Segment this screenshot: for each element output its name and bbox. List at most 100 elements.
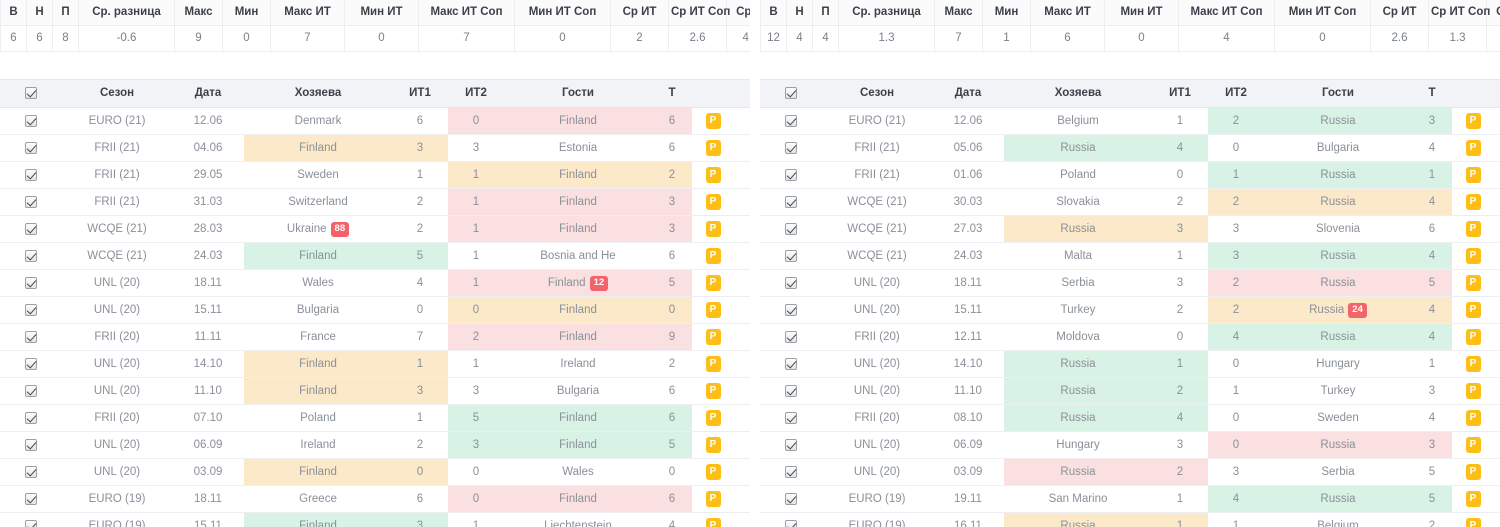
prognosis-badge[interactable]: Р — [705, 383, 721, 400]
checkbox-icon[interactable] — [785, 466, 797, 479]
prognosis-badge[interactable]: Р — [705, 437, 721, 454]
checkbox-icon[interactable] — [785, 520, 797, 527]
table-row[interactable]: FRII (21)29.05 Sweden 11 Finland 2Р 2:0 — [0, 161, 750, 190]
table-row[interactable]: FRII (21)05.06Russia40Bulgaria4Р1:0 — [760, 134, 1500, 163]
table-row[interactable]: UNL (20)18.11 Wales 41 Finland12 5Р 3:1 — [0, 269, 750, 298]
cell-p-badge[interactable]: Р — [692, 242, 734, 271]
row-checkbox[interactable] — [760, 431, 822, 460]
row-checkbox[interactable] — [760, 377, 822, 406]
checkbox-icon[interactable] — [25, 115, 37, 128]
checkbox-icon[interactable] — [25, 196, 37, 209]
row-checkbox[interactable] — [0, 458, 62, 487]
cell-p-badge[interactable]: Р — [1452, 404, 1494, 433]
cell-result[interactable]: 2:1 — [1494, 215, 1500, 244]
cell-result[interactable]: 0:2 — [734, 323, 750, 352]
table-row[interactable]: UNL (20)15.11Bulgaria00Finland0Р1:2 — [0, 296, 750, 325]
row-checkbox[interactable] — [760, 350, 822, 379]
checkbox-icon[interactable] — [785, 358, 797, 371]
checkbox-icon[interactable] — [25, 439, 37, 452]
cell-p-badge[interactable]: Р — [1452, 458, 1494, 487]
cell-p-badge[interactable]: Р — [692, 512, 734, 527]
row-checkbox[interactable] — [0, 134, 62, 163]
checkbox-icon[interactable] — [25, 142, 37, 155]
cell-result[interactable]: 2:2 — [734, 242, 750, 271]
cell-result[interactable]: 1:1 — [1494, 161, 1500, 190]
cell-p-badge[interactable]: Р — [1452, 350, 1494, 379]
row-checkbox[interactable] — [0, 296, 62, 325]
row-checkbox[interactable] — [0, 215, 62, 244]
prognosis-badge[interactable]: Р — [1465, 275, 1481, 292]
table-row[interactable]: UNL (20)11.10 Finland 33 Bulgaria 6Р 2:0 — [0, 377, 750, 406]
cell-result[interactable]: 5:0 — [1494, 269, 1500, 298]
select-all-checkbox[interactable] — [0, 78, 62, 109]
cell-result[interactable]: 1:4 — [1494, 512, 1500, 527]
row-checkbox[interactable] — [760, 296, 822, 325]
prognosis-badge[interactable]: Р — [705, 167, 721, 184]
prognosis-badge[interactable]: Р — [1465, 356, 1481, 373]
prognosis-badge[interactable]: Р — [705, 464, 721, 481]
checkbox-icon[interactable] — [25, 250, 37, 263]
cell-p-badge[interactable]: Р — [1452, 134, 1494, 163]
cell-p-badge[interactable]: Р — [1452, 323, 1494, 352]
table-row[interactable]: WCQE (21)24.03 Finland 51 Bosnia and He 6Р 2:… — [0, 242, 750, 271]
table-row[interactable]: UNL (20)06.09Hungary30Russia3Р2:3 — [760, 431, 1500, 460]
cell-p-badge[interactable]: Р — [1452, 215, 1494, 244]
checkbox-icon[interactable] — [25, 385, 37, 398]
table-row[interactable]: FRII (21)04.06 Finland 33 Estonia 6Р 0:1 — [0, 134, 750, 163]
cell-result[interactable]: 1:2 — [1494, 404, 1500, 433]
row-checkbox[interactable] — [760, 323, 822, 352]
table-row[interactable]: EURO (21)12.06 Belgium 12 Russia 3Р 3:0 — [760, 107, 1500, 136]
row-checkbox[interactable] — [760, 458, 822, 487]
row-checkbox[interactable] — [760, 134, 822, 163]
checkbox-icon[interactable] — [785, 142, 797, 155]
cell-p-badge[interactable]: Р — [692, 485, 734, 514]
cell-p-badge[interactable]: Р — [692, 134, 734, 163]
table-row[interactable]: WCQE (21)28.03 Ukraine88 21 Finland 3Р 1:1 — [0, 215, 750, 244]
checkbox-icon[interactable] — [25, 358, 37, 371]
table-row[interactable]: UNL (20)06.09 Ireland 23 Finland 5Р 0:1 — [0, 431, 750, 460]
table-row[interactable]: UNL (20)14.10Russia10Hungary1Р0:0 — [760, 350, 1500, 379]
checkbox-icon[interactable] — [785, 115, 797, 128]
row-checkbox[interactable] — [0, 350, 62, 379]
cell-p-badge[interactable]: Р — [692, 161, 734, 190]
cell-result[interactable]: 1:1 — [734, 215, 750, 244]
cell-result[interactable]: 2:1 — [734, 485, 750, 514]
prognosis-badge[interactable]: Р — [1465, 248, 1481, 265]
checkbox-icon[interactable] — [785, 250, 797, 263]
prognosis-badge[interactable]: Р — [1465, 329, 1481, 346]
cell-result[interactable]: 1:0 — [734, 350, 750, 379]
cell-result[interactable]: 3:1 — [734, 269, 750, 298]
table-row[interactable]: UNL (20)14.10 Finland 11 Ireland 2Р 1:0 — [0, 350, 750, 379]
row-checkbox[interactable] — [0, 188, 62, 217]
cell-p-badge[interactable]: Р — [692, 296, 734, 325]
checkbox-icon[interactable] — [25, 412, 37, 425]
row-checkbox[interactable] — [0, 431, 62, 460]
checkbox-icon[interactable] — [25, 304, 37, 317]
prognosis-badge[interactable]: Р — [705, 356, 721, 373]
table-row[interactable]: FRII (20)08.10Russia40Sweden4Р1:2 — [760, 404, 1500, 433]
cell-result[interactable]: 2:0 — [734, 161, 750, 190]
cell-result[interactable]: 3:1 — [1494, 458, 1500, 487]
cell-result[interactable]: 2:0 — [734, 377, 750, 406]
checkbox-icon[interactable] — [25, 277, 37, 290]
row-checkbox[interactable] — [0, 404, 62, 433]
cell-result[interactable]: 0:0 — [1494, 350, 1500, 379]
table-row[interactable]: UNL (20)11.10 Russia 21 Turkey 3Р 1:1 — [760, 377, 1500, 406]
table-row[interactable]: FRII (20)07.10 Poland 15 Finland 6Р 5:1 — [0, 404, 750, 433]
cell-p-badge[interactable]: Р — [1452, 242, 1494, 271]
prognosis-badge[interactable]: Р — [705, 221, 721, 238]
row-checkbox[interactable] — [0, 512, 62, 527]
cell-result[interactable]: 5:1 — [734, 404, 750, 433]
prognosis-badge[interactable]: Р — [705, 491, 721, 508]
cell-p-badge[interactable]: Р — [1452, 512, 1494, 527]
checkbox-icon[interactable] — [25, 466, 37, 479]
cell-p-badge[interactable]: Р — [692, 350, 734, 379]
checkbox-icon[interactable] — [785, 223, 797, 236]
checkbox-icon[interactable] — [785, 439, 797, 452]
table-row[interactable]: EURO (21)12.06Denmark60Finland6Р0:1 — [0, 107, 750, 136]
checkbox-icon[interactable] — [785, 412, 797, 425]
cell-p-badge[interactable]: Р — [692, 431, 734, 460]
checkbox-icon[interactable] — [785, 331, 797, 344]
table-row[interactable]: UNL (20)03.09Finland00Wales0Р0:1 — [0, 458, 750, 487]
prognosis-badge[interactable]: Р — [1465, 464, 1481, 481]
